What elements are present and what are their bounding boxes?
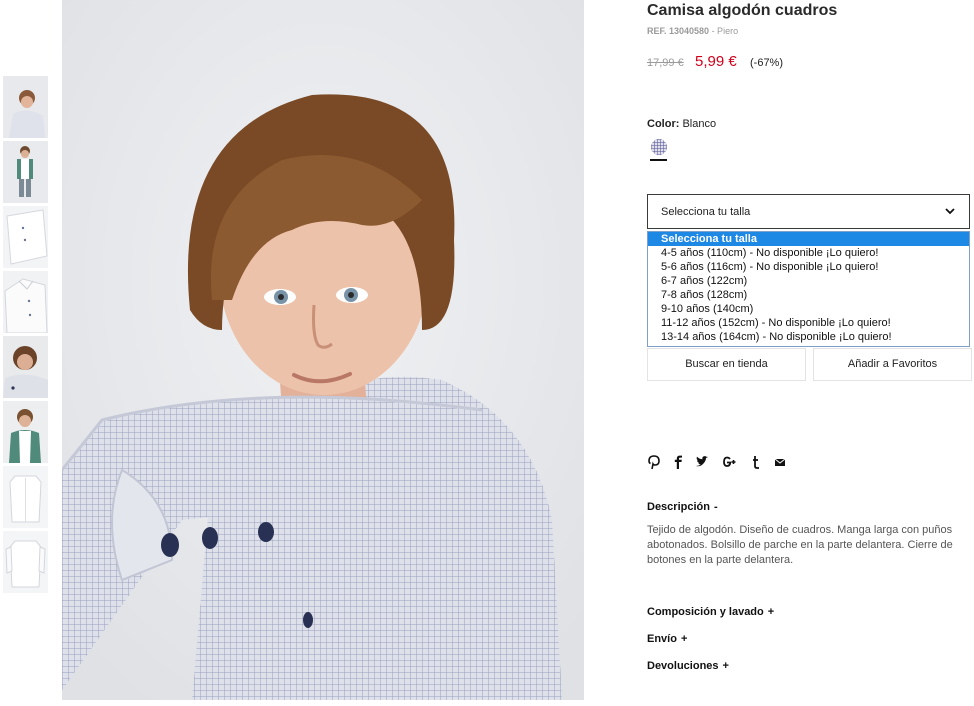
expand-icon: + — [680, 633, 688, 645]
thumbnail-7[interactable] — [3, 466, 48, 528]
expand-icon: + — [722, 660, 729, 672]
size-option[interactable]: 7-8 años (128cm) — [648, 288, 969, 302]
thumbnail-4[interactable] — [3, 271, 48, 333]
thumbnail-5[interactable] — [3, 336, 48, 398]
composition-toggle[interactable]: Composición y lavado + — [647, 606, 774, 618]
discount-badge: (-67%) — [750, 57, 784, 69]
returns-title: Devoluciones — [647, 660, 719, 672]
size-option[interactable]: 4-5 años (110cm) - No disponible ¡Lo qui… — [648, 246, 969, 260]
tumblr-icon[interactable] — [749, 454, 763, 470]
size-select-value: Selecciona tu talla — [661, 206, 751, 218]
size-option[interactable]: 13-14 años (164cm) - No disponible ¡Lo q… — [648, 330, 969, 344]
brand-name: - Piero — [711, 26, 739, 36]
find-in-store-button[interactable]: Buscar en tienda — [647, 348, 806, 381]
description-text: Tejido de algodón. Diseño de cuadros. Ma… — [647, 524, 953, 566]
size-option[interactable]: 6-7 años (122cm) — [648, 274, 969, 288]
email-icon[interactable] — [773, 454, 787, 470]
add-to-favorites-button[interactable]: Añadir a Favoritos — [813, 348, 972, 381]
reference-code: REF. 13040580 — [647, 26, 710, 36]
thumbnail-gallery — [3, 76, 49, 596]
thumbnail-3[interactable] — [3, 206, 48, 268]
size-option[interactable]: Selecciona tu talla — [648, 232, 969, 246]
thumbnail-8[interactable] — [3, 531, 48, 593]
description-toggle[interactable]: Descripción - — [647, 501, 718, 513]
expand-icon: + — [767, 606, 775, 618]
original-price: 17,99 € — [647, 57, 684, 69]
pinterest-icon[interactable] — [647, 454, 661, 470]
sale-price: 5,99 € — [695, 53, 737, 70]
description-title: Descripción — [647, 501, 710, 513]
composition-title: Composición y lavado — [647, 606, 764, 618]
shipping-title: Envío — [647, 633, 677, 645]
returns-toggle[interactable]: Devoluciones + — [647, 660, 729, 672]
color-value: Blanco — [682, 118, 717, 130]
size-select[interactable]: Selecciona tu talla — [647, 194, 970, 229]
product-title: Camisa algodón cuadros — [647, 2, 838, 19]
size-option[interactable]: 11-12 años (152cm) - No disponible ¡Lo q… — [648, 316, 969, 330]
size-option[interactable]: 9-10 años (140cm) — [648, 302, 969, 316]
size-option[interactable]: 5-6 años (116cm) - No disponible ¡Lo qui… — [648, 260, 969, 274]
main-product-image[interactable] — [62, 0, 584, 700]
color-label: Color: — [647, 118, 680, 130]
thumbnail-2[interactable] — [3, 141, 48, 203]
color-swatch-blanco[interactable] — [651, 139, 667, 155]
collapse-icon: - — [713, 501, 718, 513]
thumbnail-6[interactable] — [3, 401, 48, 463]
google-plus-icon[interactable] — [721, 454, 739, 470]
facebook-icon[interactable] — [671, 454, 685, 470]
chevron-down-icon — [945, 208, 955, 215]
product-reference: REF. 13040580 - Piero — [647, 26, 738, 36]
selected-swatch-indicator — [650, 159, 667, 161]
size-dropdown-list: Selecciona tu talla 4-5 años (110cm) - N… — [647, 231, 970, 347]
color-info: Color: Blanco — [647, 118, 716, 130]
shipping-toggle[interactable]: Envío + — [647, 633, 687, 645]
twitter-icon[interactable] — [695, 454, 709, 470]
thumbnail-1[interactable] — [3, 76, 48, 138]
